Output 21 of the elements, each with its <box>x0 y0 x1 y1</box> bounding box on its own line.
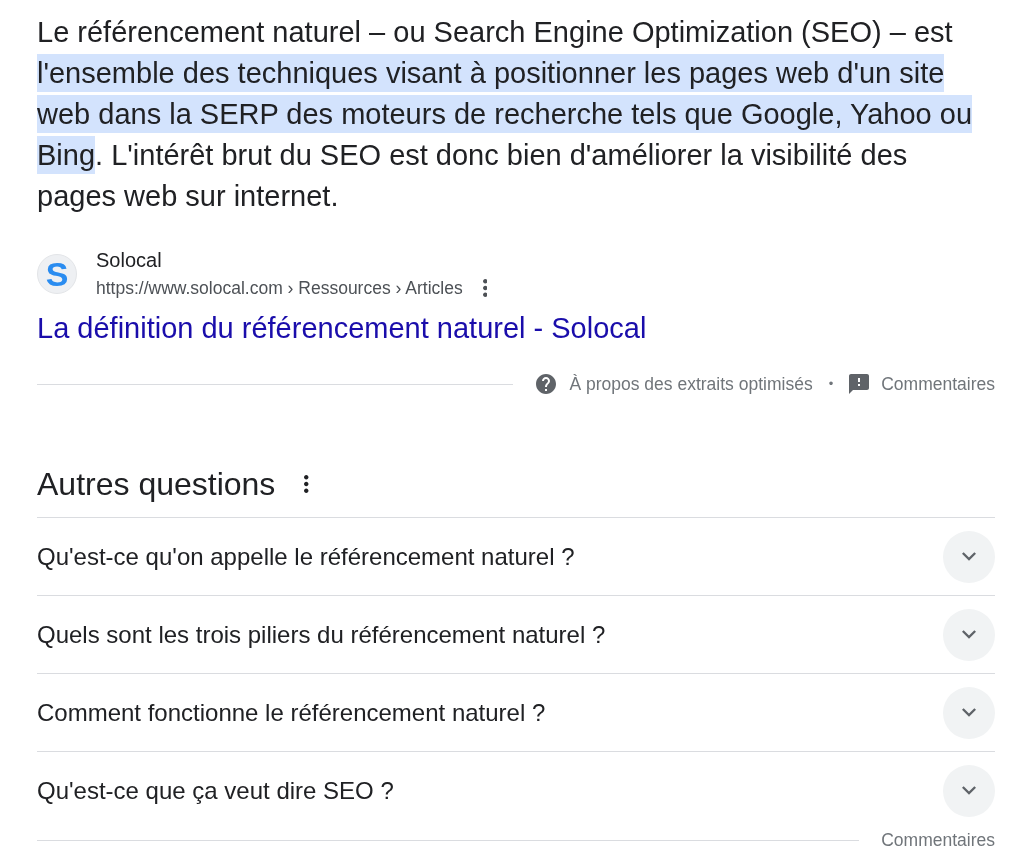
chevron-icon <box>962 708 976 717</box>
more-options-icon[interactable] <box>482 279 488 297</box>
feedback-link[interactable]: Commentaires <box>849 372 995 396</box>
site-name: Solocal <box>96 248 162 272</box>
site-logo: S <box>37 254 77 294</box>
question-text[interactable]: Qu'est-ce que ça veut dire SEO ? <box>37 775 394 806</box>
help-icon <box>536 374 557 394</box>
separator: • <box>828 375 834 394</box>
chevron-icon <box>962 630 976 639</box>
feedback-icon <box>849 374 870 394</box>
feedback-link[interactable]: Commentaires <box>881 829 995 851</box>
result-title-link[interactable]: La définition du référencement naturel - Solocal <box>37 310 647 346</box>
about-snippets-link[interactable]: À propos des extraits optimisés <box>536 372 813 396</box>
more-options-icon[interactable] <box>304 475 309 493</box>
site-url: https://www.solocal.com › Ressources › Articles <box>96 277 463 300</box>
section-heading: Autres questions <box>37 465 276 504</box>
question-text[interactable]: Comment fonctionne le référencement naturel ? <box>37 697 546 728</box>
question-text[interactable]: Quels sont les trois piliers du référencement naturel ? <box>37 619 606 650</box>
chevron-icon <box>962 552 976 561</box>
question-text[interactable]: Qu'est-ce qu'on appelle le référencement naturel ? <box>37 541 575 572</box>
chevron-icon <box>962 786 976 795</box>
